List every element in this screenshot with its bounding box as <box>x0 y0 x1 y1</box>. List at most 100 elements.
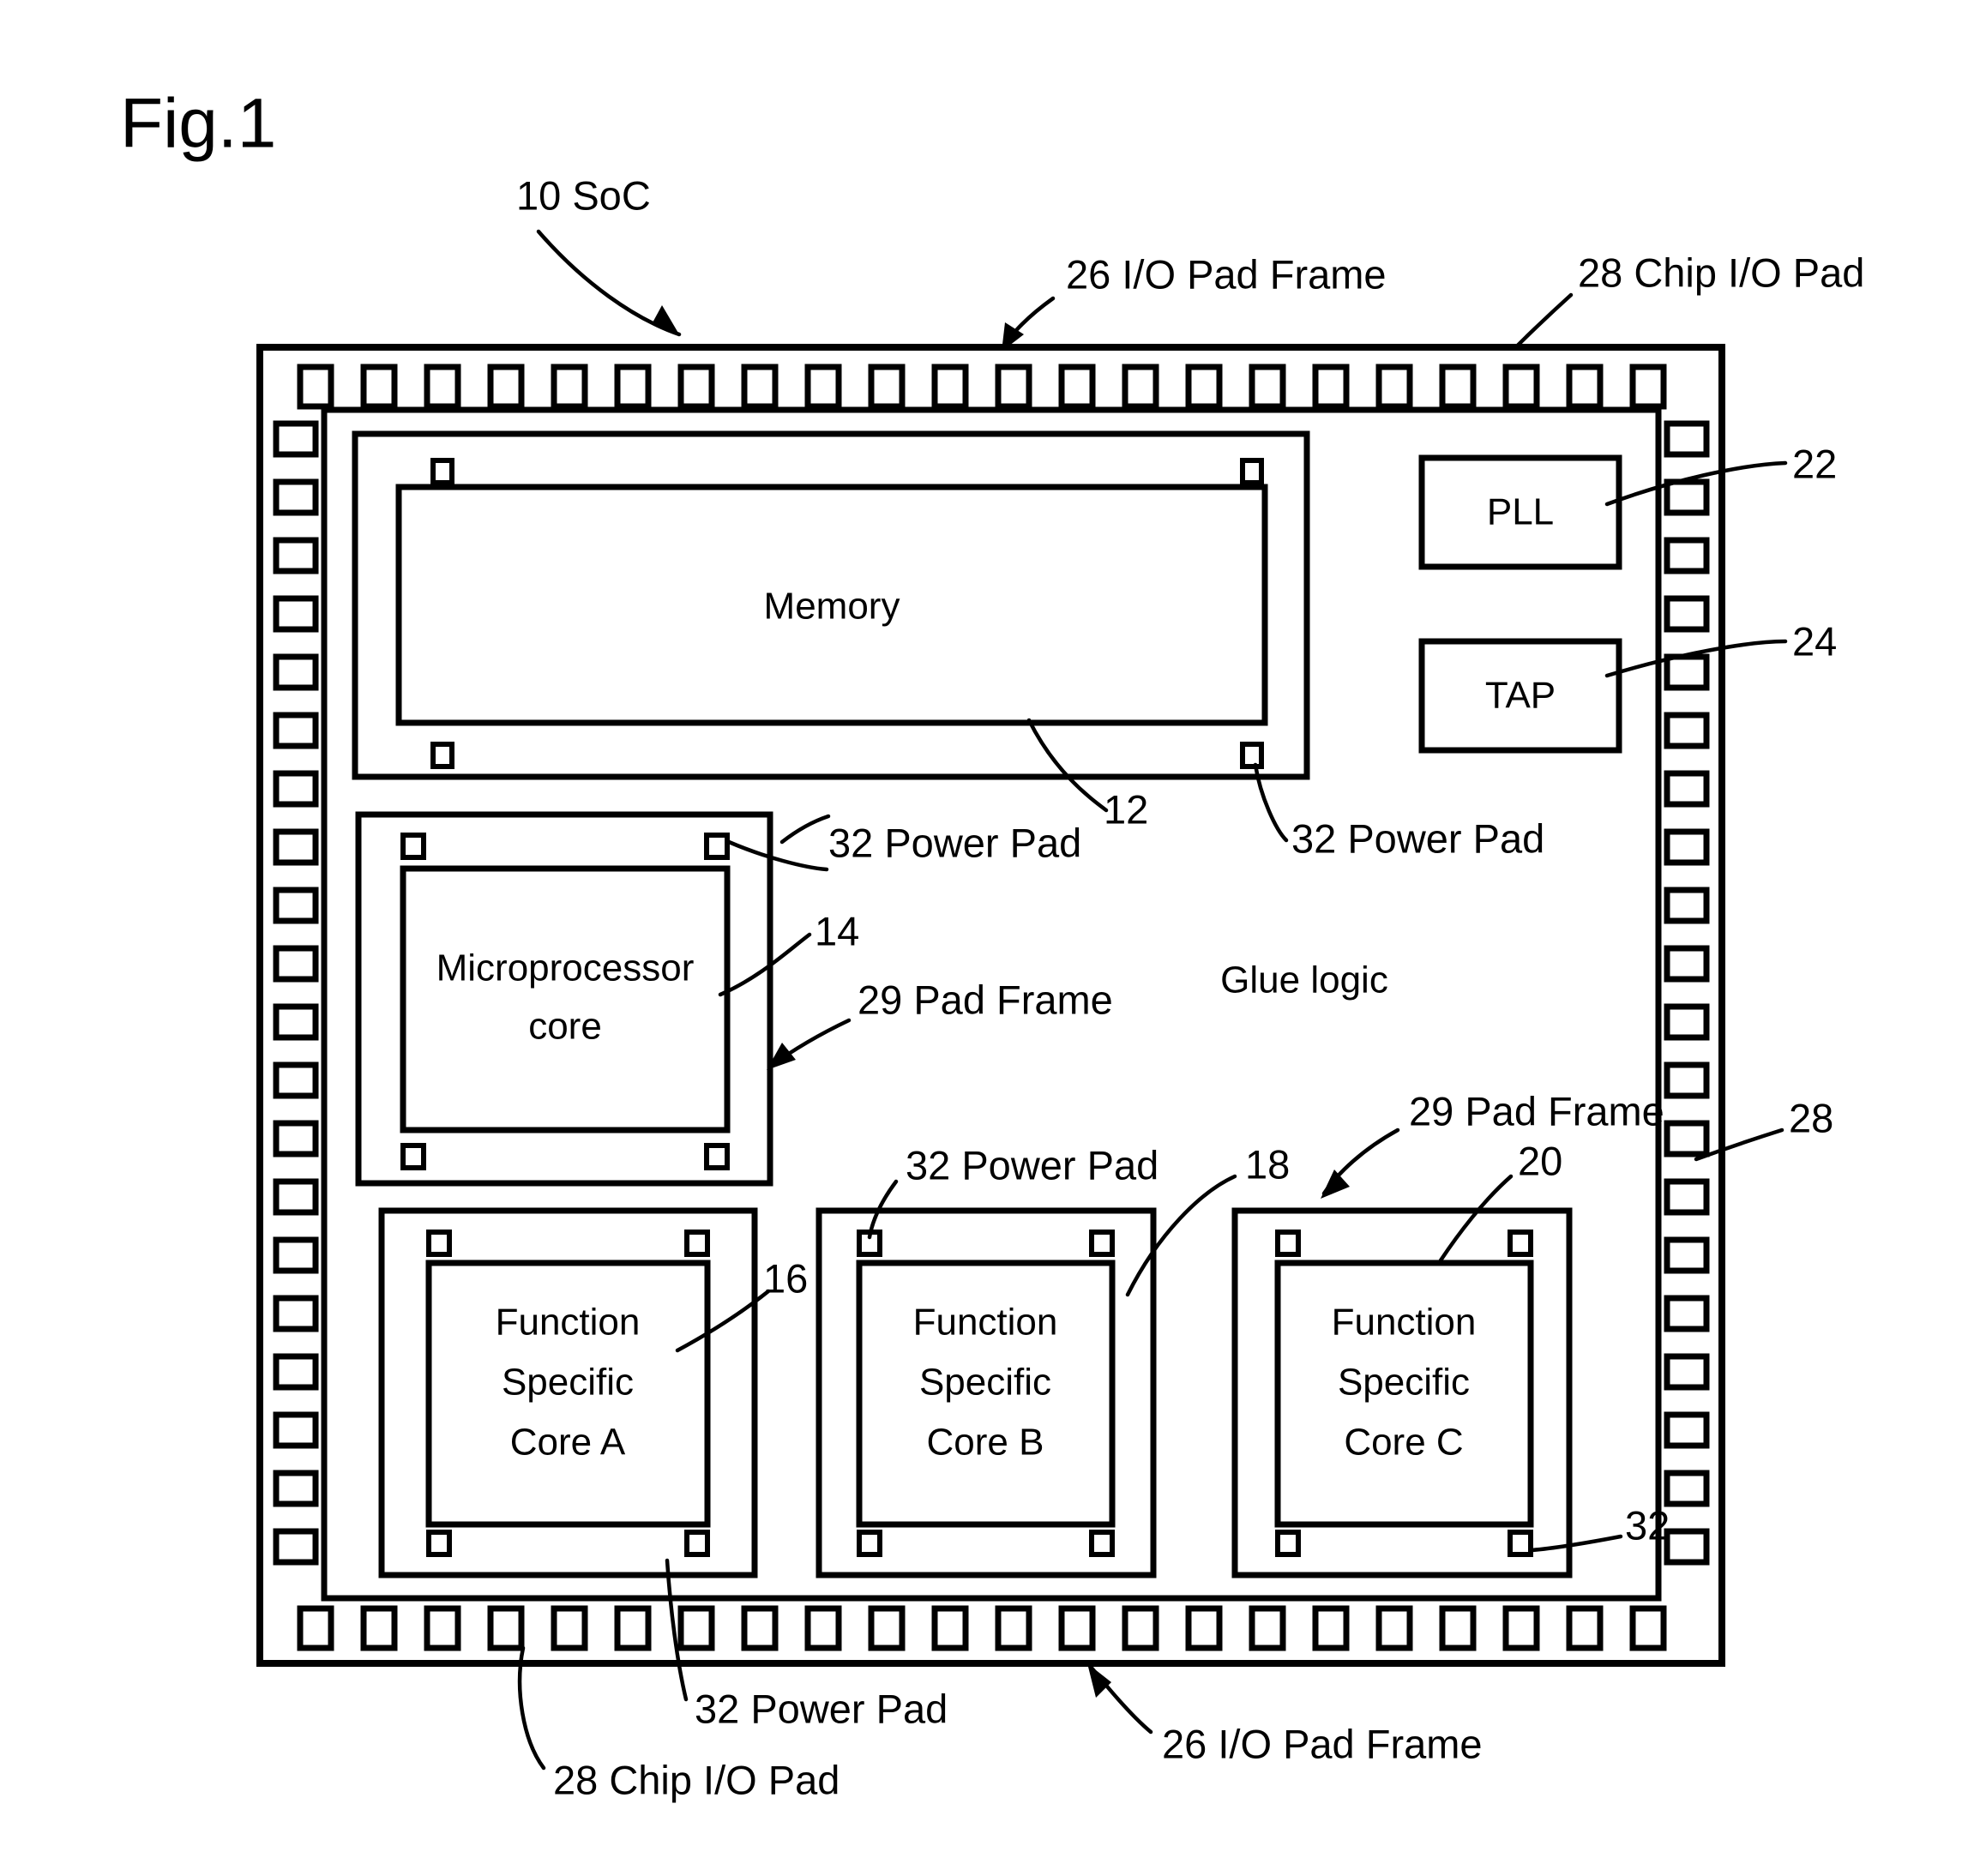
chip-io-pad[interactable] <box>1185 364 1223 410</box>
chip-io-pad[interactable] <box>1664 1061 1710 1099</box>
chip-io-pad[interactable] <box>273 595 319 633</box>
chip-io-pad[interactable] <box>424 364 461 410</box>
power-pad[interactable] <box>1089 1530 1115 1557</box>
chip-io-pad[interactable] <box>931 1605 969 1651</box>
chip-io-pad[interactable] <box>273 1411 319 1449</box>
chip-io-pad[interactable] <box>1664 478 1710 516</box>
chip-io-pad[interactable] <box>804 364 842 410</box>
chip-io-pad[interactable] <box>1502 1605 1540 1651</box>
power-pad[interactable] <box>430 458 454 485</box>
chip-io-pad[interactable] <box>1664 770 1710 808</box>
chip-io-pad[interactable] <box>551 1605 588 1651</box>
power-pad[interactable] <box>400 1143 426 1170</box>
chip-io-pad[interactable] <box>1439 1605 1477 1651</box>
chip-io-pad[interactable] <box>273 1003 319 1041</box>
chip-io-pad[interactable] <box>297 1605 334 1651</box>
chip-io-pad[interactable] <box>1664 712 1710 749</box>
power-pad[interactable] <box>426 1230 452 1257</box>
chip-io-pad[interactable] <box>741 1605 779 1651</box>
power-pad[interactable] <box>1089 1230 1115 1257</box>
power-pad[interactable] <box>430 742 454 769</box>
chip-io-pad[interactable] <box>551 364 588 410</box>
chip-io-pad[interactable] <box>614 364 652 410</box>
chip-io-pad[interactable] <box>1664 1295 1710 1332</box>
chip-io-pad[interactable] <box>677 364 715 410</box>
chip-io-pad[interactable] <box>1664 653 1710 691</box>
chip-io-pad[interactable] <box>804 1605 842 1651</box>
chip-io-pad[interactable] <box>273 712 319 749</box>
power-pad[interactable] <box>426 1530 452 1557</box>
chip-io-pad[interactable] <box>1664 1178 1710 1216</box>
chip-io-pad[interactable] <box>1058 1605 1096 1651</box>
power-pad[interactable] <box>400 833 426 860</box>
chip-io-pad[interactable] <box>1664 1411 1710 1449</box>
chip-io-pad[interactable] <box>1664 537 1710 574</box>
chip-io-pad[interactable] <box>273 478 319 516</box>
chip-io-pad[interactable] <box>273 1236 319 1274</box>
chip-io-pad[interactable] <box>1566 364 1604 410</box>
chip-io-pad[interactable] <box>677 1605 715 1651</box>
chip-io-pad[interactable] <box>487 1605 525 1651</box>
chip-io-pad[interactable] <box>273 1061 319 1099</box>
chip-io-pad[interactable] <box>487 364 525 410</box>
chip-io-pad[interactable] <box>1664 887 1710 924</box>
power-pad[interactable] <box>684 1530 710 1557</box>
chip-io-pad[interactable] <box>868 1605 906 1651</box>
chip-io-pad[interactable] <box>931 364 969 410</box>
chip-io-pad[interactable] <box>1664 1120 1710 1157</box>
chip-io-pad[interactable] <box>1664 1470 1710 1507</box>
chip-io-pad[interactable] <box>1664 595 1710 633</box>
chip-io-pad[interactable] <box>1375 364 1413 410</box>
power-pad[interactable] <box>704 833 730 860</box>
chip-io-pad[interactable] <box>1629 1605 1667 1651</box>
chip-io-pad[interactable] <box>273 1295 319 1332</box>
chip-io-pad[interactable] <box>1566 1605 1604 1651</box>
chip-io-pad[interactable] <box>1122 364 1159 410</box>
chip-io-pad[interactable] <box>273 945 319 983</box>
chip-io-pad[interactable] <box>1664 1003 1710 1041</box>
chip-io-pad[interactable] <box>360 364 398 410</box>
chip-io-pad[interactable] <box>1375 1605 1413 1651</box>
chip-io-pad[interactable] <box>273 1528 319 1566</box>
chip-io-pad[interactable] <box>1249 364 1286 410</box>
chip-io-pad[interactable] <box>273 887 319 924</box>
chip-io-pad[interactable] <box>1664 828 1710 866</box>
chip-io-pad[interactable] <box>273 770 319 808</box>
chip-io-pad[interactable] <box>1502 364 1540 410</box>
chip-io-pad[interactable] <box>1439 364 1477 410</box>
power-pad[interactable] <box>1508 1530 1533 1557</box>
chip-io-pad[interactable] <box>273 537 319 574</box>
chip-io-pad[interactable] <box>360 1605 398 1651</box>
power-pad[interactable] <box>857 1530 882 1557</box>
power-pad[interactable] <box>1240 742 1264 769</box>
chip-io-pad[interactable] <box>1629 364 1667 410</box>
power-pad[interactable] <box>1240 458 1264 485</box>
chip-io-pad[interactable] <box>995 1605 1032 1651</box>
chip-io-pad[interactable] <box>1249 1605 1286 1651</box>
chip-io-pad[interactable] <box>1058 364 1096 410</box>
chip-io-pad[interactable] <box>273 1353 319 1391</box>
power-pad[interactable] <box>1275 1230 1301 1257</box>
chip-io-pad[interactable] <box>1664 1353 1710 1391</box>
chip-io-pad[interactable] <box>273 653 319 691</box>
chip-io-pad[interactable] <box>1664 1528 1710 1566</box>
chip-io-pad[interactable] <box>1664 1236 1710 1274</box>
power-pad[interactable] <box>1508 1230 1533 1257</box>
chip-io-pad[interactable] <box>1312 1605 1350 1651</box>
chip-io-pad[interactable] <box>273 1178 319 1216</box>
chip-io-pad[interactable] <box>273 420 319 458</box>
chip-io-pad[interactable] <box>273 1120 319 1157</box>
chip-io-pad[interactable] <box>995 364 1032 410</box>
chip-io-pad[interactable] <box>297 364 334 410</box>
power-pad[interactable] <box>1275 1530 1301 1557</box>
chip-io-pad[interactable] <box>1312 364 1350 410</box>
chip-io-pad[interactable] <box>273 828 319 866</box>
chip-io-pad[interactable] <box>424 1605 461 1651</box>
chip-io-pad[interactable] <box>1122 1605 1159 1651</box>
chip-io-pad[interactable] <box>1185 1605 1223 1651</box>
chip-io-pad[interactable] <box>868 364 906 410</box>
microprocessor-core-box[interactable] <box>400 865 731 1133</box>
power-pad[interactable] <box>704 1143 730 1170</box>
chip-io-pad[interactable] <box>1664 420 1710 458</box>
power-pad[interactable] <box>684 1230 710 1257</box>
